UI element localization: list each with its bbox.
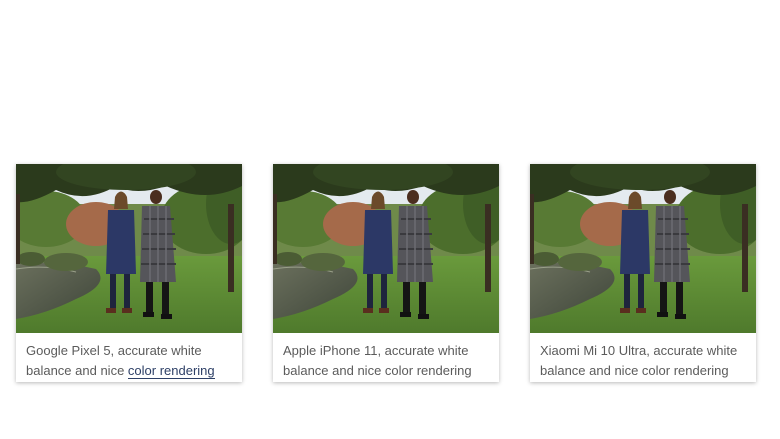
caption-text: Xiaomi Mi 10 Ultra, accurate white balan…	[540, 343, 738, 378]
photo-two-women-in-park[interactable]	[530, 164, 756, 333]
photo-comparison-gallery: Google Pixel 5, accurate white balance a…	[16, 164, 756, 384]
photo-two-women-in-park[interactable]	[16, 164, 242, 333]
photo-card-xiaomi-mi-10-ultra: Xiaomi Mi 10 Ultra, accurate white balan…	[530, 164, 756, 382]
photo-two-women-in-park[interactable]	[273, 164, 499, 333]
photo-caption: Xiaomi Mi 10 Ultra, accurate white balan…	[530, 333, 756, 380]
caption-text: Apple iPhone 11, accurate white balance …	[283, 343, 472, 378]
color-rendering-link[interactable]: color rendering	[127, 362, 215, 379]
photo-card-google-pixel-5: Google Pixel 5, accurate white balance a…	[16, 164, 242, 382]
photo-caption: Google Pixel 5, accurate white balance a…	[16, 333, 242, 380]
photo-card-apple-iphone-11: Apple iPhone 11, accurate white balance …	[273, 164, 499, 382]
photo-caption: Apple iPhone 11, accurate white balance …	[273, 333, 499, 380]
